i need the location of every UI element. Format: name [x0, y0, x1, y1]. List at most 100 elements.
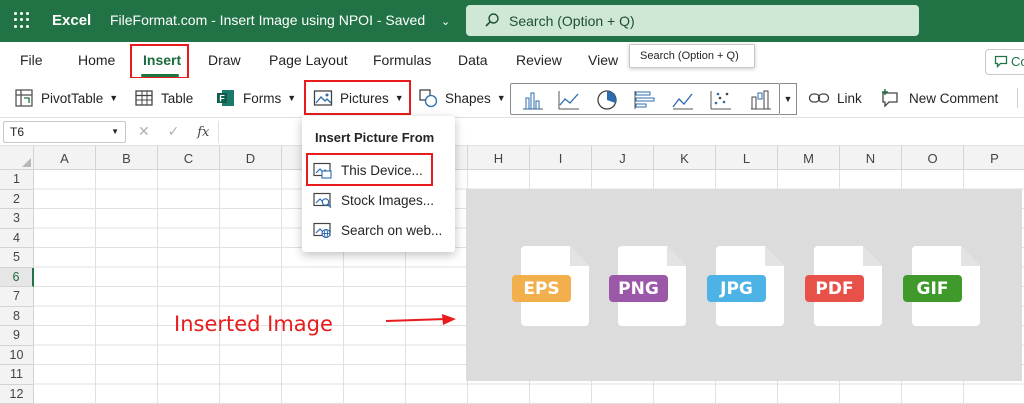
- new-comment-button[interactable]: New Comment: [880, 87, 998, 109]
- column-chart-icon[interactable]: [521, 89, 545, 111]
- comments-label: Co: [1011, 54, 1024, 69]
- column-header[interactable]: H: [468, 146, 530, 170]
- row-header[interactable]: 8: [0, 306, 34, 326]
- column-header[interactable]: M: [778, 146, 840, 170]
- column-header[interactable]: I: [530, 146, 592, 170]
- column-header[interactable]: D: [220, 146, 282, 170]
- table-label: Table: [161, 90, 194, 106]
- row-header[interactable]: 12: [0, 384, 34, 404]
- app-name[interactable]: Excel: [52, 12, 91, 29]
- annotation-arrow-icon: [386, 314, 456, 325]
- tab-view[interactable]: View: [588, 52, 618, 68]
- scatter-chart-icon[interactable]: [709, 89, 733, 111]
- chevron-down-icon: ▼: [287, 93, 297, 103]
- formula-actions: ✕ ✓ fx: [138, 123, 223, 140]
- document-title[interactable]: FileFormat.com - Insert Image using NPOI…: [110, 12, 450, 28]
- row-header[interactable]: 5: [0, 248, 34, 268]
- app-launcher-icon[interactable]: [14, 12, 30, 28]
- column-header[interactable]: B: [96, 146, 158, 170]
- new-comment-label: New Comment: [909, 90, 999, 106]
- column-header[interactable]: P: [964, 146, 1024, 170]
- format-badge: GIF: [903, 275, 962, 302]
- column-header[interactable]: O: [902, 146, 964, 170]
- format-badge: PDF: [805, 275, 864, 302]
- column-header[interactable]: J: [592, 146, 654, 170]
- column-header[interactable]: C: [158, 146, 220, 170]
- column-header[interactable]: N: [840, 146, 902, 170]
- chart-gallery[interactable]: [510, 83, 780, 115]
- title-bar: Excel FileFormat.com - Insert Image usin…: [0, 0, 1024, 42]
- tab-formulas[interactable]: Formulas: [373, 52, 431, 68]
- search-tooltip: Search (Option + Q): [629, 44, 755, 68]
- tab-file[interactable]: File: [20, 52, 43, 68]
- stock-images-label: Stock Images...: [341, 192, 435, 208]
- forms-label: Forms: [243, 90, 282, 106]
- area-chart-icon[interactable]: [671, 89, 695, 111]
- tab-data[interactable]: Data: [458, 52, 488, 68]
- chevron-down-icon[interactable]: ⌄: [441, 15, 450, 28]
- tab-draw[interactable]: Draw: [208, 52, 241, 68]
- inserted-image[interactable]: EPS PNG JPG PDF GIF: [466, 189, 1022, 381]
- eps-file-icon: EPS: [512, 246, 589, 326]
- format-badge: EPS: [512, 275, 571, 302]
- web-picture-icon: [313, 222, 331, 238]
- tab-page-layout[interactable]: Page Layout: [269, 52, 348, 68]
- row-header[interactable]: 2: [0, 189, 34, 209]
- pie-chart-icon[interactable]: [595, 89, 619, 111]
- save-status: Saved: [385, 12, 426, 28]
- pivottable-icon: [15, 89, 33, 107]
- tab-review[interactable]: Review: [516, 52, 562, 68]
- pivottable-label: PivotTable: [41, 90, 104, 106]
- row-header[interactable]: 10: [0, 345, 34, 365]
- bar-chart-icon[interactable]: [633, 89, 657, 111]
- column-header[interactable]: A: [34, 146, 96, 170]
- name-box-value: T6: [10, 125, 25, 139]
- ribbon-divider: [1017, 88, 1018, 108]
- row-header[interactable]: 6: [0, 267, 34, 287]
- gif-file-icon: GIF: [903, 246, 980, 326]
- chevron-down-icon: ▼: [496, 93, 506, 103]
- search-placeholder: Search (Option + Q): [509, 13, 635, 29]
- jpg-file-icon: JPG: [707, 246, 784, 326]
- cancel-icon[interactable]: ✕: [138, 123, 150, 139]
- line-chart-icon[interactable]: [557, 89, 581, 111]
- pdf-file-icon: PDF: [805, 246, 882, 326]
- table-button[interactable]: Table: [134, 87, 193, 109]
- link-button[interactable]: Link: [808, 87, 862, 109]
- row-header[interactable]: 7: [0, 287, 34, 307]
- document-name: FileFormat.com - Insert Image using NPOI: [110, 12, 373, 28]
- link-icon: [808, 93, 830, 103]
- row-header[interactable]: 11: [0, 365, 34, 385]
- formula-bar: T6 ▼ ✕ ✓ fx: [0, 118, 1024, 146]
- row-header[interactable]: 3: [0, 209, 34, 229]
- name-box[interactable]: T6 ▼: [3, 121, 126, 143]
- chevron-down-icon[interactable]: ▼: [111, 127, 119, 136]
- pictures-button-highlight: [304, 80, 411, 115]
- search-on-web-menu-item[interactable]: Search on web...: [302, 215, 455, 245]
- tab-home[interactable]: Home: [78, 52, 115, 68]
- inserted-image-annotation: Inserted Image: [174, 312, 333, 336]
- chevron-down-icon: ▼: [783, 94, 793, 104]
- row-header[interactable]: 1: [0, 170, 34, 190]
- new-comment-icon: [882, 89, 898, 108]
- waterfall-chart-icon[interactable]: [749, 89, 773, 111]
- comment-icon: [994, 55, 1008, 69]
- link-label: Link: [837, 90, 862, 106]
- pivottable-button[interactable]: PivotTable ▼: [14, 87, 118, 109]
- column-header[interactable]: L: [716, 146, 778, 170]
- chart-gallery-more-button[interactable]: ▼: [780, 83, 797, 115]
- row-header[interactable]: 4: [0, 228, 34, 248]
- enter-icon[interactable]: ✓: [168, 123, 180, 139]
- menu-header: Insert Picture From: [315, 130, 435, 145]
- insert-function-icon[interactable]: fx: [197, 125, 209, 140]
- forms-button[interactable]: F Forms ▼: [216, 87, 296, 109]
- comments-button[interactable]: Co: [985, 49, 1024, 75]
- search-box[interactable]: Search (Option + Q): [466, 5, 919, 36]
- select-all-button[interactable]: [0, 146, 34, 170]
- shapes-label: Shapes: [445, 90, 491, 106]
- stock-images-menu-item[interactable]: Stock Images...: [302, 185, 455, 215]
- format-badge: PNG: [609, 275, 668, 302]
- row-header[interactable]: 9: [0, 326, 34, 346]
- column-header[interactable]: K: [654, 146, 716, 170]
- shapes-button[interactable]: Shapes ▼: [418, 87, 506, 109]
